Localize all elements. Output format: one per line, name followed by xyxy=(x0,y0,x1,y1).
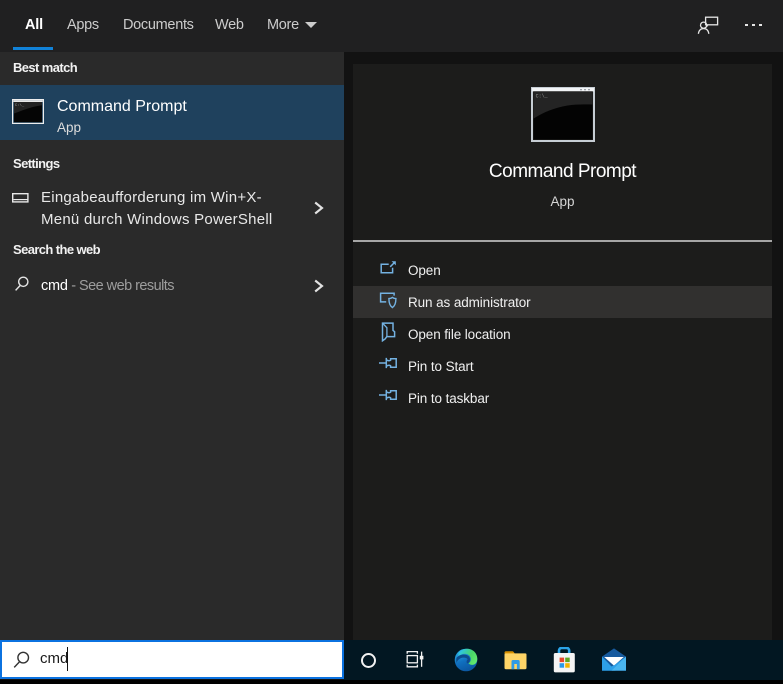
svg-text:C:\_: C:\_ xyxy=(15,103,25,108)
svg-text:C:\_: C:\_ xyxy=(536,94,549,100)
